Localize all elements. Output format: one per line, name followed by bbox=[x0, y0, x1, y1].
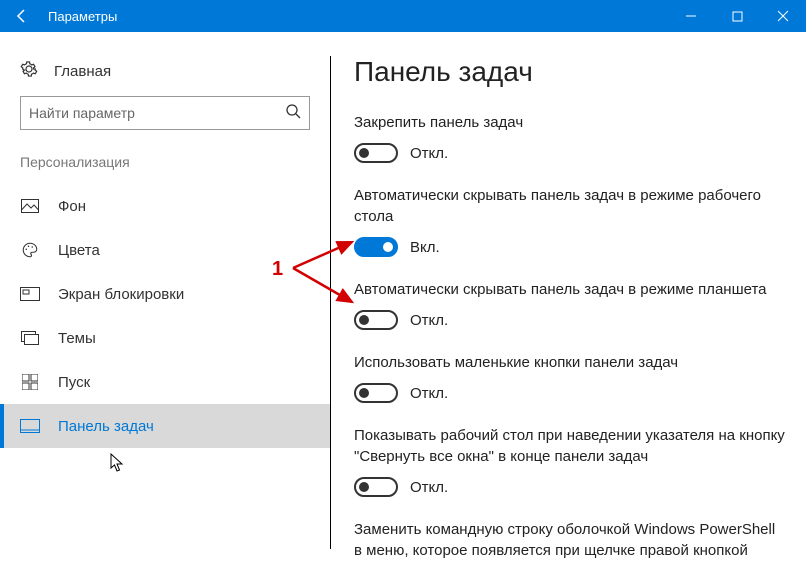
palette-icon bbox=[20, 241, 40, 259]
home-link[interactable]: Главная bbox=[0, 52, 330, 96]
toggle-small-buttons[interactable] bbox=[354, 383, 398, 403]
minimize-icon bbox=[685, 10, 697, 22]
sidebar-item-label: Панель задач bbox=[58, 418, 154, 435]
picture-icon bbox=[20, 199, 40, 213]
sidebar-item-label: Темы bbox=[58, 330, 96, 347]
toggle-state: Откл. bbox=[410, 312, 448, 329]
toggle-lock-taskbar[interactable] bbox=[354, 143, 398, 163]
maximize-icon bbox=[732, 11, 743, 22]
gear-icon bbox=[20, 60, 38, 82]
toggle-knob bbox=[383, 242, 393, 252]
toggle-autohide-tablet[interactable] bbox=[354, 310, 398, 330]
sidebar-item-start[interactable]: Пуск bbox=[0, 360, 330, 404]
annotation-number: 1 bbox=[272, 258, 283, 281]
search-input[interactable] bbox=[29, 105, 285, 121]
window-title: Параметры bbox=[44, 9, 668, 24]
main-panel: Панель задач Закрепить панель задач Откл… bbox=[330, 32, 806, 549]
search-box[interactable] bbox=[20, 96, 310, 130]
sidebar-item-label: Фон bbox=[58, 198, 86, 215]
minimize-button[interactable] bbox=[668, 0, 714, 32]
titlebar: Параметры bbox=[0, 0, 806, 32]
close-button[interactable] bbox=[760, 0, 806, 32]
toggle-knob bbox=[359, 388, 369, 398]
setting-label: Закрепить панель задач bbox=[354, 112, 786, 133]
setting-label: Автоматически скрывать панель задач в ре… bbox=[354, 279, 786, 300]
toggle-knob bbox=[359, 315, 369, 325]
themes-icon bbox=[20, 331, 40, 345]
setting-label: Показывать рабочий стол при наведении ук… bbox=[354, 425, 786, 467]
start-icon bbox=[20, 374, 40, 390]
section-label: Персонализация bbox=[0, 154, 330, 184]
back-button[interactable] bbox=[0, 0, 44, 32]
toggle-state: Откл. bbox=[410, 479, 448, 496]
search-icon bbox=[285, 103, 301, 124]
home-label: Главная bbox=[54, 63, 111, 80]
maximize-button[interactable] bbox=[714, 0, 760, 32]
toggle-state: Откл. bbox=[410, 145, 448, 162]
content-area: Главная Персонализация Фон Цвета Э bbox=[0, 32, 806, 549]
setting-autohide-tablet: Автоматически скрывать панель задач в ре… bbox=[354, 279, 786, 330]
toggle-knob bbox=[359, 482, 369, 492]
taskbar-icon bbox=[20, 419, 40, 433]
setting-lock-taskbar: Закрепить панель задач Откл. bbox=[354, 112, 786, 163]
setting-autohide-desktop: Автоматически скрывать панель задач в ре… bbox=[354, 185, 786, 257]
lockscreen-icon bbox=[20, 287, 40, 301]
sidebar-item-taskbar[interactable]: Панель задач bbox=[0, 404, 330, 448]
close-icon bbox=[777, 10, 789, 22]
setting-show-desktop-hover: Показывать рабочий стол при наведении ук… bbox=[354, 425, 786, 497]
sidebar-item-background[interactable]: Фон bbox=[0, 184, 330, 228]
toggle-state: Вкл. bbox=[410, 239, 440, 256]
toggle-autohide-desktop[interactable] bbox=[354, 237, 398, 257]
setting-label: Заменить командную строку оболочкой Wind… bbox=[354, 519, 786, 561]
sidebar-item-themes[interactable]: Темы bbox=[0, 316, 330, 360]
setting-label: Использовать маленькие кнопки панели зад… bbox=[354, 352, 786, 373]
setting-label: Автоматически скрывать панель задач в ре… bbox=[354, 185, 786, 227]
arrow-left-icon bbox=[14, 8, 30, 24]
toggle-state: Откл. bbox=[410, 385, 448, 402]
sidebar-item-label: Экран блокировки bbox=[58, 286, 184, 303]
setting-small-buttons: Использовать маленькие кнопки панели зад… bbox=[354, 352, 786, 403]
toggle-knob bbox=[359, 148, 369, 158]
toggle-show-desktop-hover[interactable] bbox=[354, 477, 398, 497]
setting-powershell: Заменить командную строку оболочкой Wind… bbox=[354, 519, 786, 561]
cursor-icon bbox=[110, 453, 126, 478]
page-title: Панель задач bbox=[354, 56, 786, 88]
sidebar-item-label: Пуск bbox=[58, 374, 90, 391]
sidebar-item-label: Цвета bbox=[58, 242, 100, 259]
sidebar: Главная Персонализация Фон Цвета Э bbox=[0, 32, 330, 549]
